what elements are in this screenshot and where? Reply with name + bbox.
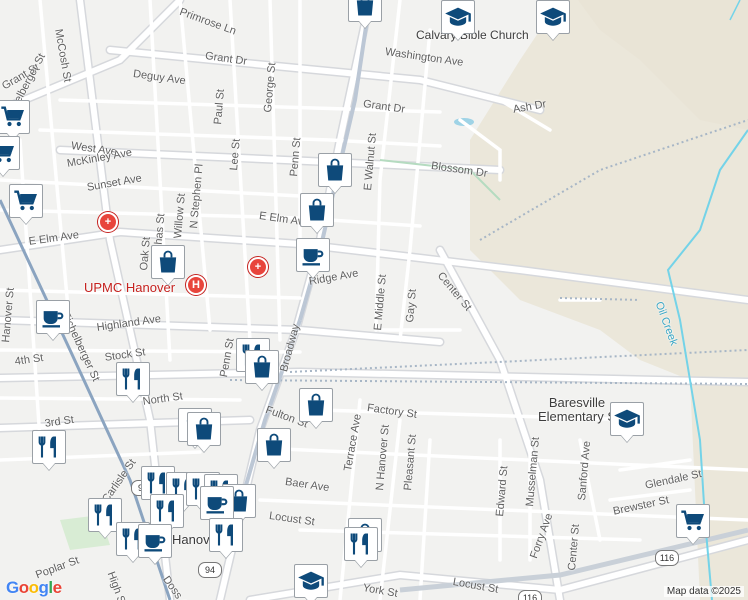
shopping-bag-pin[interactable] [318, 153, 352, 187]
town-label: Hanov [172, 532, 210, 547]
shopping-bag-icon [260, 431, 288, 459]
google-logo: Google [6, 578, 62, 598]
route-shield: 94 [198, 562, 222, 578]
school-label: Baresville Elementary S [537, 395, 617, 424]
cafe-icon [203, 489, 231, 517]
school-icon [297, 567, 325, 595]
map-attribution[interactable]: Map data ©2025 [663, 586, 744, 597]
school-pin[interactable] [536, 0, 570, 34]
restaurant-icon [153, 497, 181, 525]
school-pin[interactable] [441, 0, 475, 34]
restaurant-pin[interactable] [116, 362, 150, 396]
restaurant-icon [212, 521, 240, 549]
hospital-icon[interactable]: H [186, 275, 206, 295]
cafe-pin[interactable] [200, 486, 234, 520]
map-canvas[interactable]: McCosh St Primrose Ln Grant Dr Grant St Degu… [0, 0, 748, 600]
restaurant-icon [347, 530, 375, 558]
restaurant-icon [35, 433, 63, 461]
restaurant-pin[interactable] [209, 518, 243, 552]
restaurant-icon [91, 501, 119, 529]
cafe-icon [299, 241, 327, 269]
shopping-cart-pin[interactable] [0, 100, 30, 134]
shopping-bag-icon [190, 415, 218, 443]
shopping-cart-pin[interactable] [9, 184, 43, 218]
shopping-bag-pin[interactable] [300, 193, 334, 227]
shopping-bag-icon [154, 248, 182, 276]
cafe-pin[interactable] [296, 238, 330, 272]
shopping-bag-icon [321, 156, 349, 184]
shopping-bag-icon [303, 196, 331, 224]
school-pin[interactable] [294, 564, 328, 598]
shopping-cart-pin[interactable] [0, 136, 20, 170]
restaurant-pin[interactable] [32, 430, 66, 464]
school-pin[interactable] [610, 402, 644, 436]
route-shield: 116 [655, 550, 679, 566]
hospital-icon[interactable]: + [248, 257, 268, 277]
route-shield: 116 [518, 590, 542, 600]
restaurant-pin[interactable] [344, 527, 378, 561]
school-icon [444, 3, 472, 31]
school-icon [613, 405, 641, 433]
shopping-bag-pin[interactable] [245, 350, 279, 384]
shopping-cart-icon [679, 507, 707, 535]
cafe-icon [141, 527, 169, 555]
shopping-cart-icon [12, 187, 40, 215]
shopping-bag-icon [302, 391, 330, 419]
shopping-bag-pin[interactable] [348, 0, 382, 22]
shopping-bag-pin[interactable] [151, 245, 185, 279]
restaurant-pin[interactable] [150, 494, 184, 528]
shopping-cart-icon [0, 139, 17, 167]
shopping-cart-icon [0, 103, 27, 131]
restaurant-icon [119, 365, 147, 393]
shopping-bag-pin[interactable] [299, 388, 333, 422]
cafe-icon [39, 303, 67, 331]
hospital-icon[interactable]: + [98, 212, 118, 232]
shopping-cart-pin[interactable] [676, 504, 710, 538]
shopping-bag-icon [351, 0, 379, 19]
school-icon [539, 3, 567, 31]
shopping-bag-pin[interactable] [257, 428, 291, 462]
cafe-pin[interactable] [138, 524, 172, 558]
shopping-bag-pin[interactable] [187, 412, 221, 446]
cafe-pin[interactable] [36, 300, 70, 334]
google-logo-text: Google [6, 578, 62, 597]
shopping-bag-icon [248, 353, 276, 381]
